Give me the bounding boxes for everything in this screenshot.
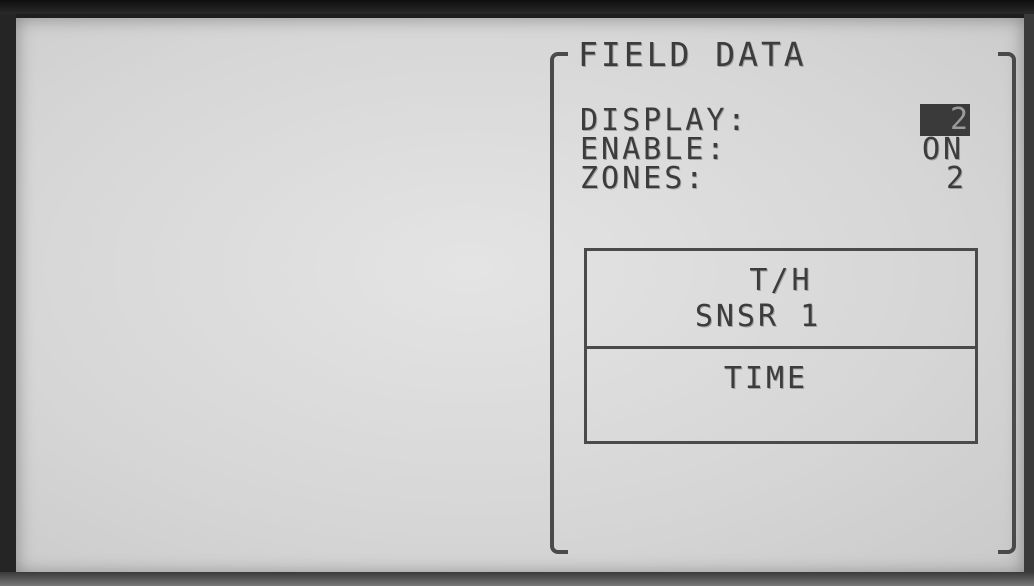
device-bezel-left: [0, 14, 16, 572]
option-th-sensor-line1[interactable]: T/H: [584, 266, 978, 296]
page-title: FIELD DATA: [578, 35, 807, 74]
left-bracket-frame: [550, 52, 568, 554]
device-bezel-right: [1024, 14, 1034, 572]
zones-label: ZONES:: [580, 161, 707, 196]
zones-value[interactable]: 2: [946, 164, 967, 194]
selection-box-divider: [584, 346, 978, 349]
lcd-screen: FIELD DATA DISPLAY: 2 ENABLE: ON ZONES: …: [16, 18, 1024, 574]
option-time[interactable]: TIME: [584, 364, 948, 394]
right-bracket-frame: [998, 52, 1016, 554]
device-bezel-bottom: [0, 572, 1034, 586]
device-bezel-top: [0, 0, 1034, 14]
option-th-sensor-line2[interactable]: SNSR 1: [584, 302, 932, 332]
